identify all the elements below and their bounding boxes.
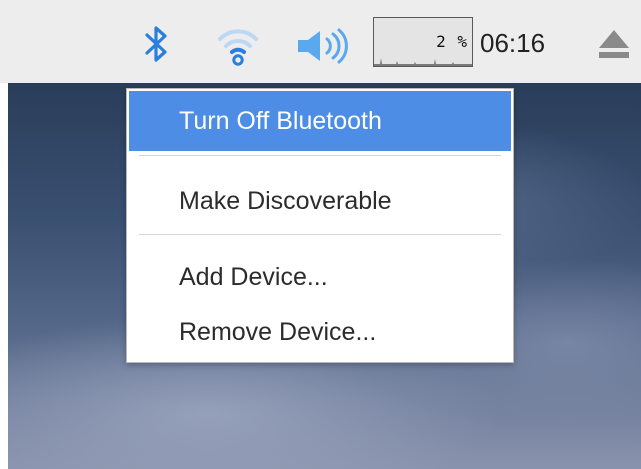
menu-item-add-device[interactable]: Add Device... bbox=[129, 247, 511, 307]
bluetooth-menu: Turn Off Bluetooth Make Discoverable Add… bbox=[126, 88, 514, 363]
screen: 2 % 06:16 Turn Off Bluetooth Make Discov… bbox=[0, 0, 641, 469]
menu-item-turn-off-bluetooth[interactable]: Turn Off Bluetooth bbox=[129, 91, 511, 151]
clock[interactable]: 06:16 bbox=[480, 28, 545, 58]
cpu-monitor[interactable]: 2 % bbox=[373, 17, 473, 67]
eject-icon[interactable] bbox=[596, 26, 632, 62]
volume-icon[interactable] bbox=[296, 28, 356, 64]
menu-separator bbox=[139, 234, 501, 235]
taskbar: 2 % 06:16 bbox=[0, 0, 641, 83]
wifi-icon[interactable] bbox=[217, 24, 259, 66]
menu-separator bbox=[139, 155, 501, 156]
menu-item-remove-device[interactable]: Remove Device... bbox=[129, 302, 511, 362]
cpu-usage-text: 2 % bbox=[436, 32, 468, 51]
bluetooth-icon[interactable] bbox=[144, 25, 170, 63]
menu-item-make-discoverable[interactable]: Make Discoverable bbox=[129, 171, 511, 231]
